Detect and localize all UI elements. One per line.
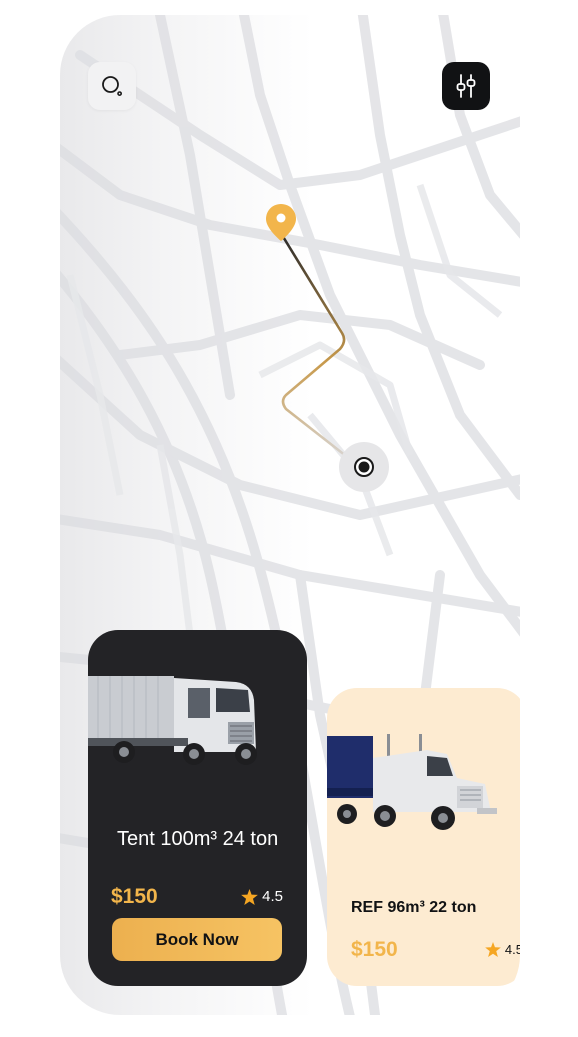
rating-value: 4.5 xyxy=(262,888,283,905)
truck-title: Tent 100m³ 24 ton xyxy=(117,828,279,850)
truck-card-primary[interactable]: Tent 100m³ 24 ton $150 4.5 Book Now xyxy=(88,630,307,986)
app-screen: Tent 100m³ 24 ton $150 4.5 Book Now REF … xyxy=(60,15,520,1015)
search-icon xyxy=(102,76,123,97)
truck-image xyxy=(88,676,257,765)
filter-button[interactable] xyxy=(442,62,490,110)
current-location-icon[interactable] xyxy=(339,442,389,492)
truck-price: $150 xyxy=(351,938,398,961)
star-icon xyxy=(241,888,258,905)
book-now-button[interactable]: Book Now xyxy=(112,918,282,961)
truck-rating: 4.5 xyxy=(241,888,283,905)
rating-value: 4.5 xyxy=(504,942,520,957)
truck-rating: 4.5 xyxy=(485,942,520,957)
truck-price: $150 xyxy=(111,885,158,908)
truck-card-secondary[interactable]: REF 96m³ 22 ton $150 4.5 xyxy=(327,688,520,986)
sliders-icon xyxy=(456,74,476,98)
truck-image xyxy=(327,734,497,830)
search-button[interactable] xyxy=(88,62,136,110)
star-icon xyxy=(485,942,501,957)
truck-title: REF 96m³ 22 ton xyxy=(351,899,477,916)
